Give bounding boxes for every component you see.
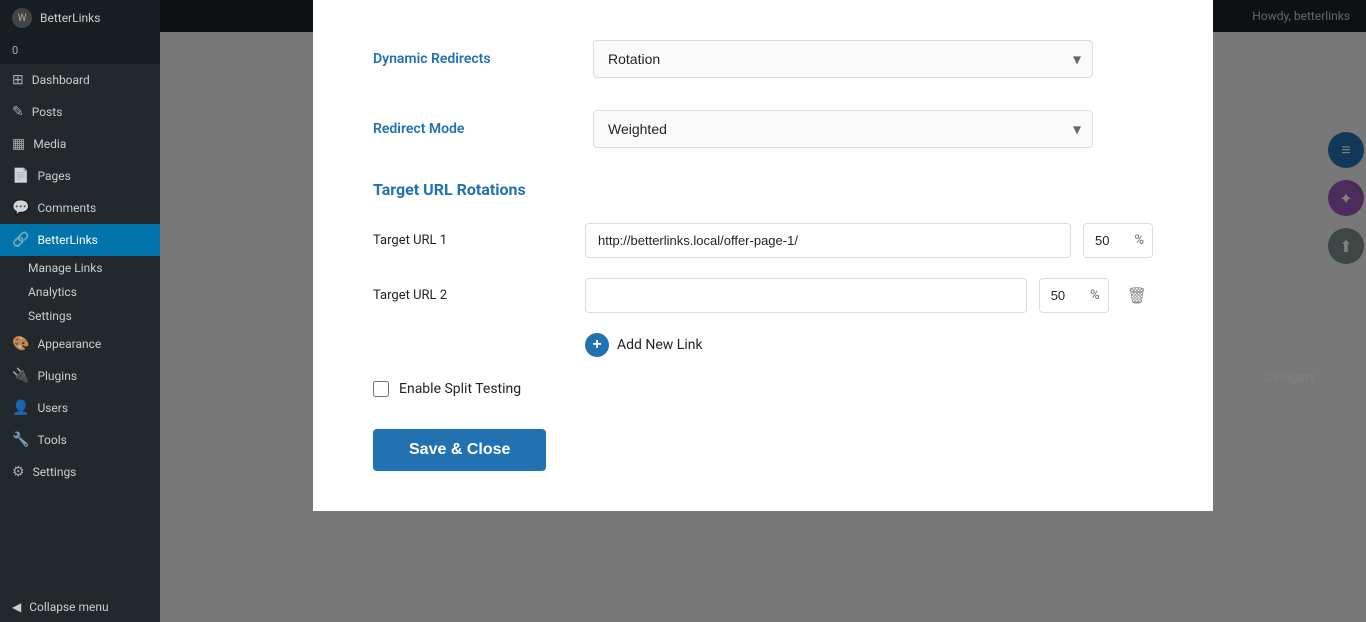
- sidebar-item-betterlinks[interactable]: 🔗 BetterLinks: [0, 224, 160, 256]
- sidebar-sub-analytics[interactable]: Analytics: [0, 280, 160, 304]
- split-testing-label: Enable Split Testing: [399, 381, 521, 397]
- posts-icon: ✎: [12, 104, 24, 120]
- sidebar-item-settings[interactable]: ⚙ Settings: [0, 456, 160, 488]
- site-name: BetterLinks: [40, 11, 100, 25]
- tools-icon: 🔧: [12, 432, 29, 448]
- sidebar-item-label: Settings: [33, 465, 77, 479]
- modal-overlay: Dynamic Redirects Rotation None ▾ Redire…: [160, 0, 1366, 622]
- settings-icon: ⚙: [12, 464, 25, 480]
- sidebar-item-appearance[interactable]: 🎨 Appearance: [0, 328, 160, 360]
- percent-sign-1: %: [1132, 224, 1152, 257]
- dynamic-redirects-label: Dynamic Redirects: [373, 51, 573, 67]
- main-area: Howdy, betterlinks ≡ ✦ ⬆ Category Dynami…: [160, 0, 1366, 622]
- split-testing-row: Enable Split Testing: [373, 381, 1153, 397]
- save-close-button[interactable]: Save & Close: [373, 429, 546, 471]
- sidebar-item-label: BetterLinks: [37, 233, 97, 247]
- sidebar-header: W BetterLinks: [0, 0, 160, 36]
- sidebar-item-label: Tools: [37, 433, 66, 447]
- target-url-2-percent-wrapper: %: [1039, 278, 1109, 313]
- dashboard-icon: ⊞: [12, 72, 24, 88]
- sidebar-item-pages[interactable]: 📄 Pages: [0, 160, 160, 192]
- target-url-1-input[interactable]: [585, 223, 1071, 258]
- sidebar-sub-settings[interactable]: Settings: [0, 304, 160, 328]
- collapse-icon: ◀: [12, 600, 21, 614]
- target-url-1-percent-input[interactable]: [1084, 224, 1132, 257]
- add-new-link-button[interactable]: +: [585, 333, 609, 357]
- sidebar-item-label: Pages: [37, 169, 70, 183]
- wp-logo-icon: W: [12, 8, 32, 28]
- target-url-1-row: Target URL 1 %: [373, 223, 1153, 258]
- modal-panel: Dynamic Redirects Rotation None ▾ Redire…: [313, 0, 1213, 511]
- target-url-1-label: Target URL 1: [373, 233, 573, 248]
- sidebar-item-label: Comments: [37, 201, 96, 215]
- target-url-2-percent-input[interactable]: [1040, 279, 1088, 312]
- delete-url-2-button[interactable]: 🗑: [1121, 282, 1153, 310]
- sidebar-notification: 0: [0, 36, 160, 64]
- sidebar-item-label: Plugins: [37, 369, 77, 383]
- sidebar-item-tools[interactable]: 🔧 Tools: [0, 424, 160, 456]
- dynamic-redirects-select[interactable]: Rotation None: [593, 40, 1093, 78]
- add-link-text[interactable]: Add New Link: [617, 337, 703, 353]
- betterlinks-icon: 🔗: [12, 232, 29, 248]
- comments-icon: 💬: [12, 200, 29, 216]
- target-url-1-percent-wrapper: %: [1083, 223, 1153, 258]
- sidebar-item-label: Appearance: [37, 337, 101, 351]
- split-testing-checkbox[interactable]: [373, 381, 389, 397]
- sidebar: W BetterLinks 0 ⊞ Dashboard ✎ Posts ▦ Me…: [0, 0, 160, 622]
- sidebar-item-label: Posts: [32, 105, 63, 119]
- redirect-mode-select[interactable]: Weighted Sequential Random: [593, 110, 1093, 148]
- target-url-2-label: Target URL 2: [373, 288, 573, 303]
- target-url-2-row: Target URL 2 % 🗑: [373, 278, 1153, 313]
- sidebar-item-posts[interactable]: ✎ Posts: [0, 96, 160, 128]
- percent-sign-2: %: [1088, 279, 1108, 312]
- section-title: Target URL Rotations: [373, 180, 1153, 199]
- target-url-2-input[interactable]: [585, 278, 1027, 313]
- dynamic-redirects-select-wrapper: Rotation None ▾: [593, 40, 1093, 78]
- users-icon: 👤: [12, 400, 29, 416]
- add-link-row: + Add New Link: [585, 333, 1153, 357]
- redirect-mode-label: Redirect Mode: [373, 121, 573, 137]
- dynamic-redirects-row: Dynamic Redirects Rotation None ▾: [373, 40, 1153, 78]
- media-icon: ▦: [12, 136, 25, 152]
- sidebar-item-label: Users: [37, 401, 68, 415]
- appearance-icon: 🎨: [12, 336, 29, 352]
- collapse-menu-button[interactable]: ◀ Collapse menu: [0, 592, 160, 622]
- sidebar-item-comments[interactable]: 💬 Comments: [0, 192, 160, 224]
- sidebar-item-plugins[interactable]: 🔌 Plugins: [0, 360, 160, 392]
- pages-icon: 📄: [12, 168, 29, 184]
- sidebar-item-label: Dashboard: [32, 73, 90, 87]
- sidebar-item-media[interactable]: ▦ Media: [0, 128, 160, 160]
- sidebar-sub-manage-links[interactable]: Manage Links: [0, 256, 160, 280]
- sidebar-item-dashboard[interactable]: ⊞ Dashboard: [0, 64, 160, 96]
- redirect-mode-select-wrapper: Weighted Sequential Random ▾: [593, 110, 1093, 148]
- plugins-icon: 🔌: [12, 368, 29, 384]
- sidebar-item-label: Media: [33, 137, 66, 151]
- redirect-mode-row: Redirect Mode Weighted Sequential Random…: [373, 110, 1153, 148]
- sidebar-item-users[interactable]: 👤 Users: [0, 392, 160, 424]
